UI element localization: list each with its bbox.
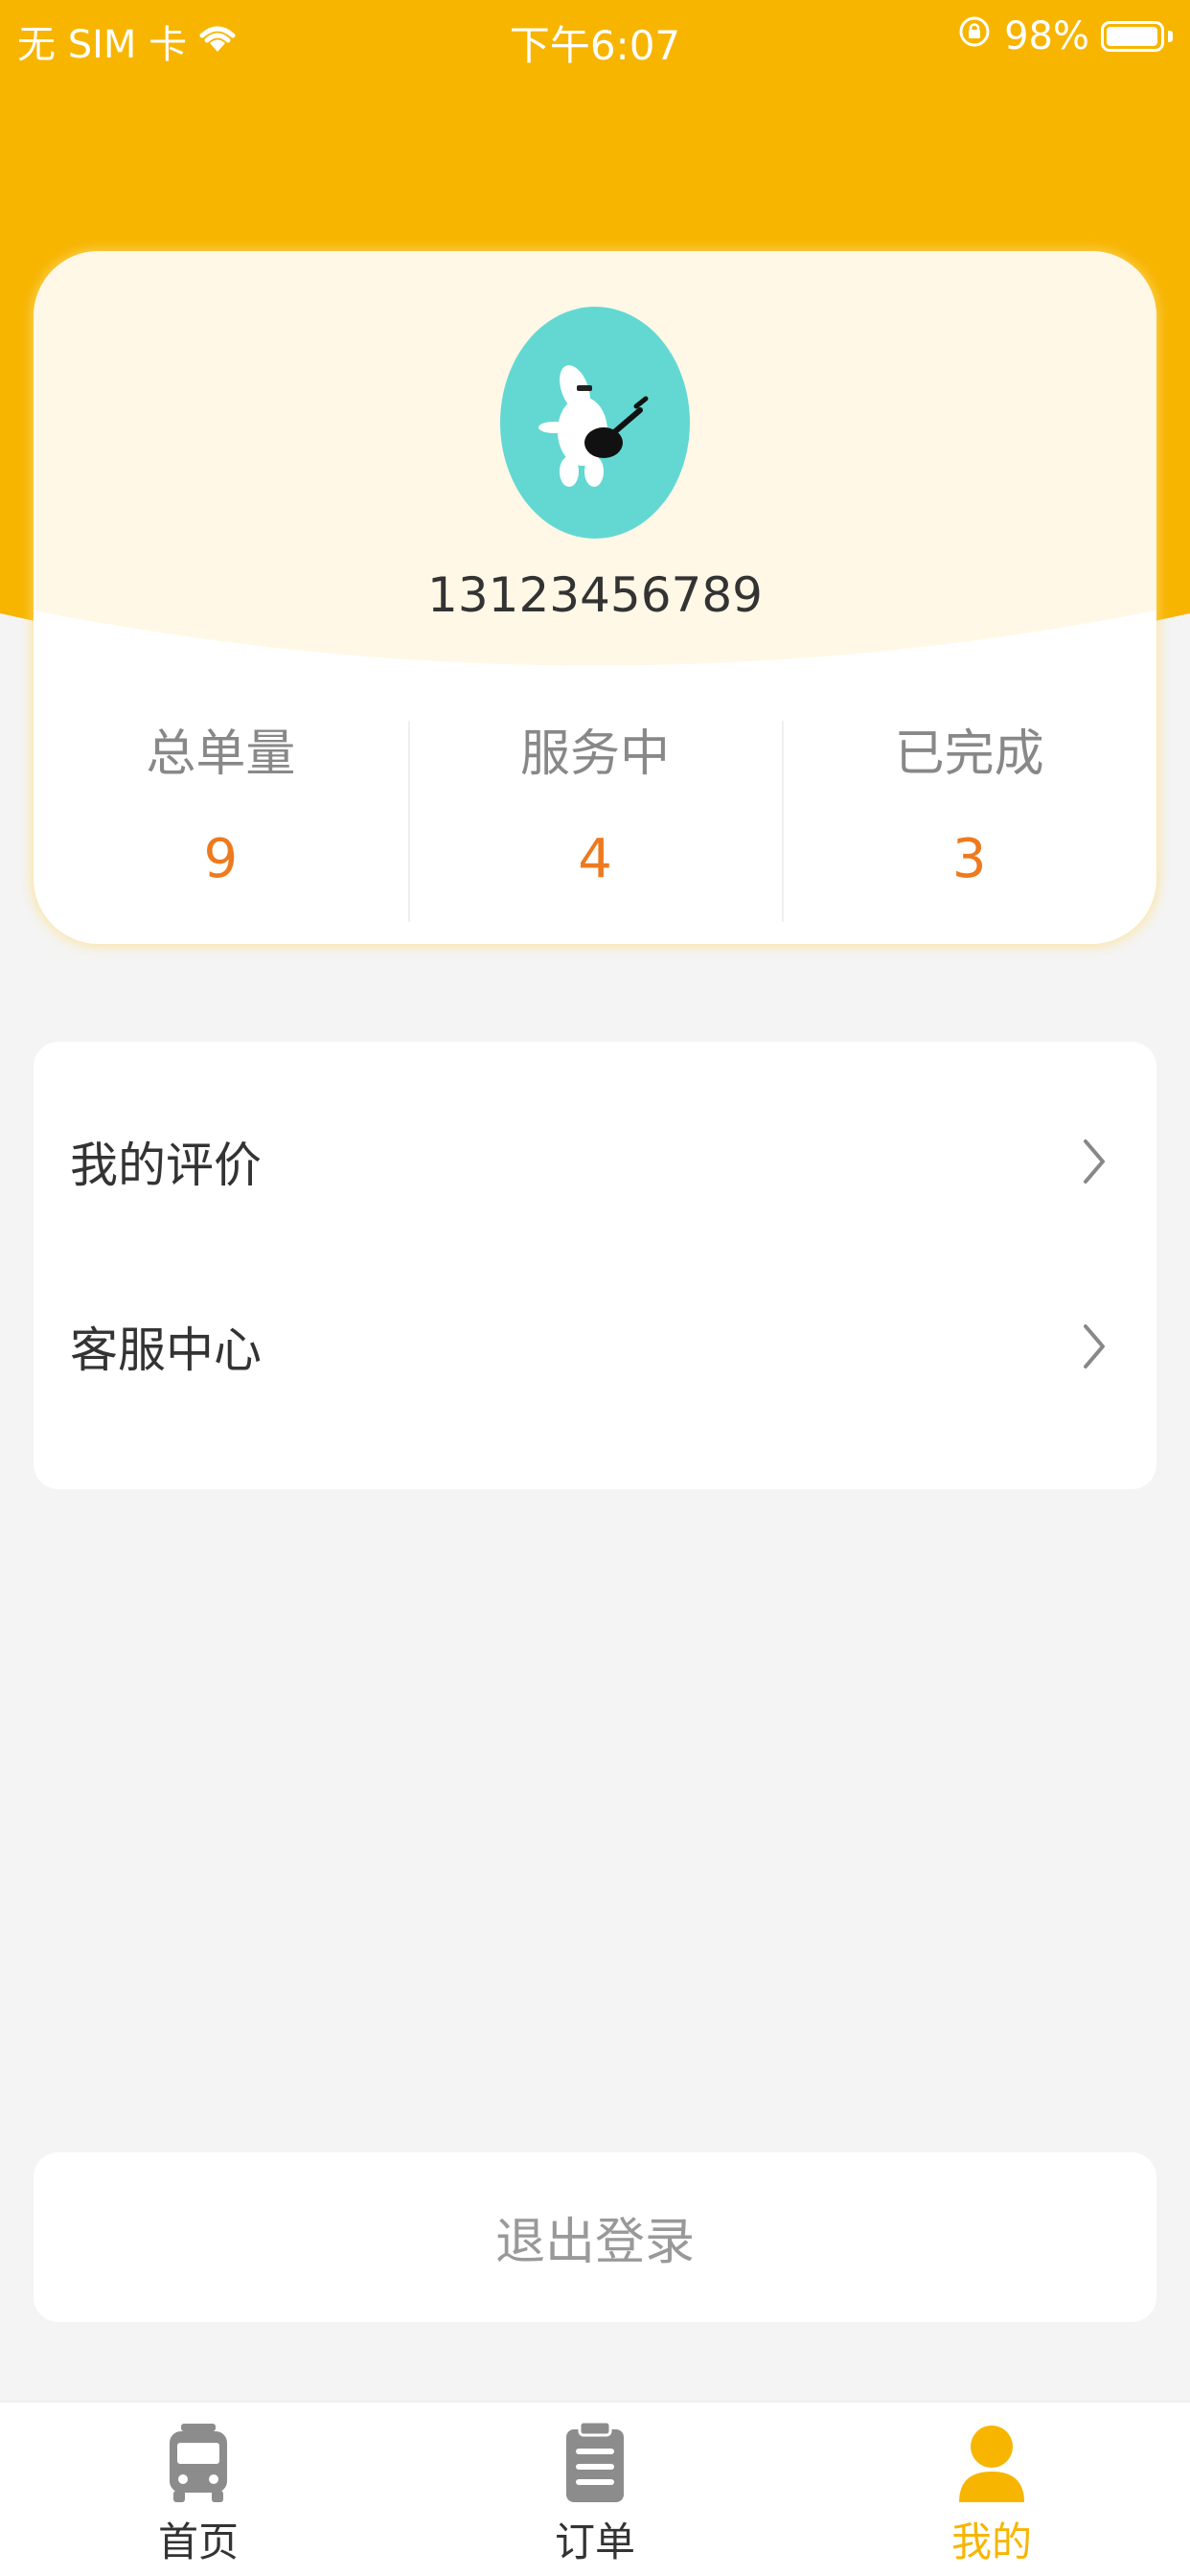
tab-home[interactable]: 首页: [0, 2403, 397, 2576]
stat-label: 已完成: [894, 725, 1044, 783]
clipboard-icon: [566, 2420, 624, 2502]
profile-screen: 无 SIM 卡 下午6:07 98% 13123456789 总单量 9 服务中…: [0, 0, 1190, 2576]
chevron-right-icon: [1084, 1139, 1105, 1184]
stat-value: 4: [578, 828, 612, 890]
stat-value: 9: [203, 828, 239, 890]
orientation-lock-icon: [956, 13, 993, 59]
tab-orders[interactable]: 订单: [397, 2403, 793, 2576]
phone-number: 13123456789: [427, 567, 763, 623]
tab-label: 订单: [554, 2518, 635, 2565]
logout-button[interactable]: 退出登录: [34, 2152, 1156, 2322]
chevron-right-icon: [1084, 1324, 1105, 1368]
menu-card: 我的评价 客服中心: [34, 1042, 1156, 1489]
tab-bar: 首页 订单 我的: [0, 2401, 1190, 2576]
stat-value: 3: [951, 828, 987, 890]
avatar[interactable]: [500, 307, 690, 539]
stat-label: 总单量: [146, 725, 296, 783]
user-icon: [959, 2426, 1024, 2502]
bus-icon: [170, 2424, 227, 2502]
status-bar: 无 SIM 卡 下午6:07 98%: [0, 0, 1190, 77]
tab-label: 我的: [950, 2518, 1032, 2565]
menu-item-customer-service[interactable]: 客服中心: [34, 1284, 1156, 1409]
menu-item-label: 客服中心: [70, 1322, 262, 1378]
tab-mine[interactable]: 我的: [793, 2403, 1190, 2576]
order-stats: 总单量 9 服务中 4 已完成 3: [34, 721, 1156, 922]
battery-fill: [1107, 27, 1157, 46]
menu-item-my-reviews[interactable]: 我的评价: [34, 1099, 1156, 1224]
stat-completed[interactable]: 已完成 3: [782, 721, 1156, 922]
tab-label: 首页: [157, 2518, 239, 2565]
battery-icon: [1101, 21, 1164, 52]
menu-item-label: 我的评价: [70, 1138, 262, 1193]
profile-card: 13123456789 总单量 9 服务中 4 已完成 3: [34, 251, 1156, 944]
battery-percent: 98%: [1004, 14, 1089, 58]
stat-in-service[interactable]: 服务中 4: [407, 721, 783, 922]
avatar-guitar-character-icon: [538, 365, 649, 487]
stat-total-orders[interactable]: 总单量 9: [34, 721, 408, 922]
stat-label: 服务中: [520, 725, 671, 783]
battery-tip: [1168, 31, 1173, 42]
status-right: 98%: [956, 13, 1173, 59]
